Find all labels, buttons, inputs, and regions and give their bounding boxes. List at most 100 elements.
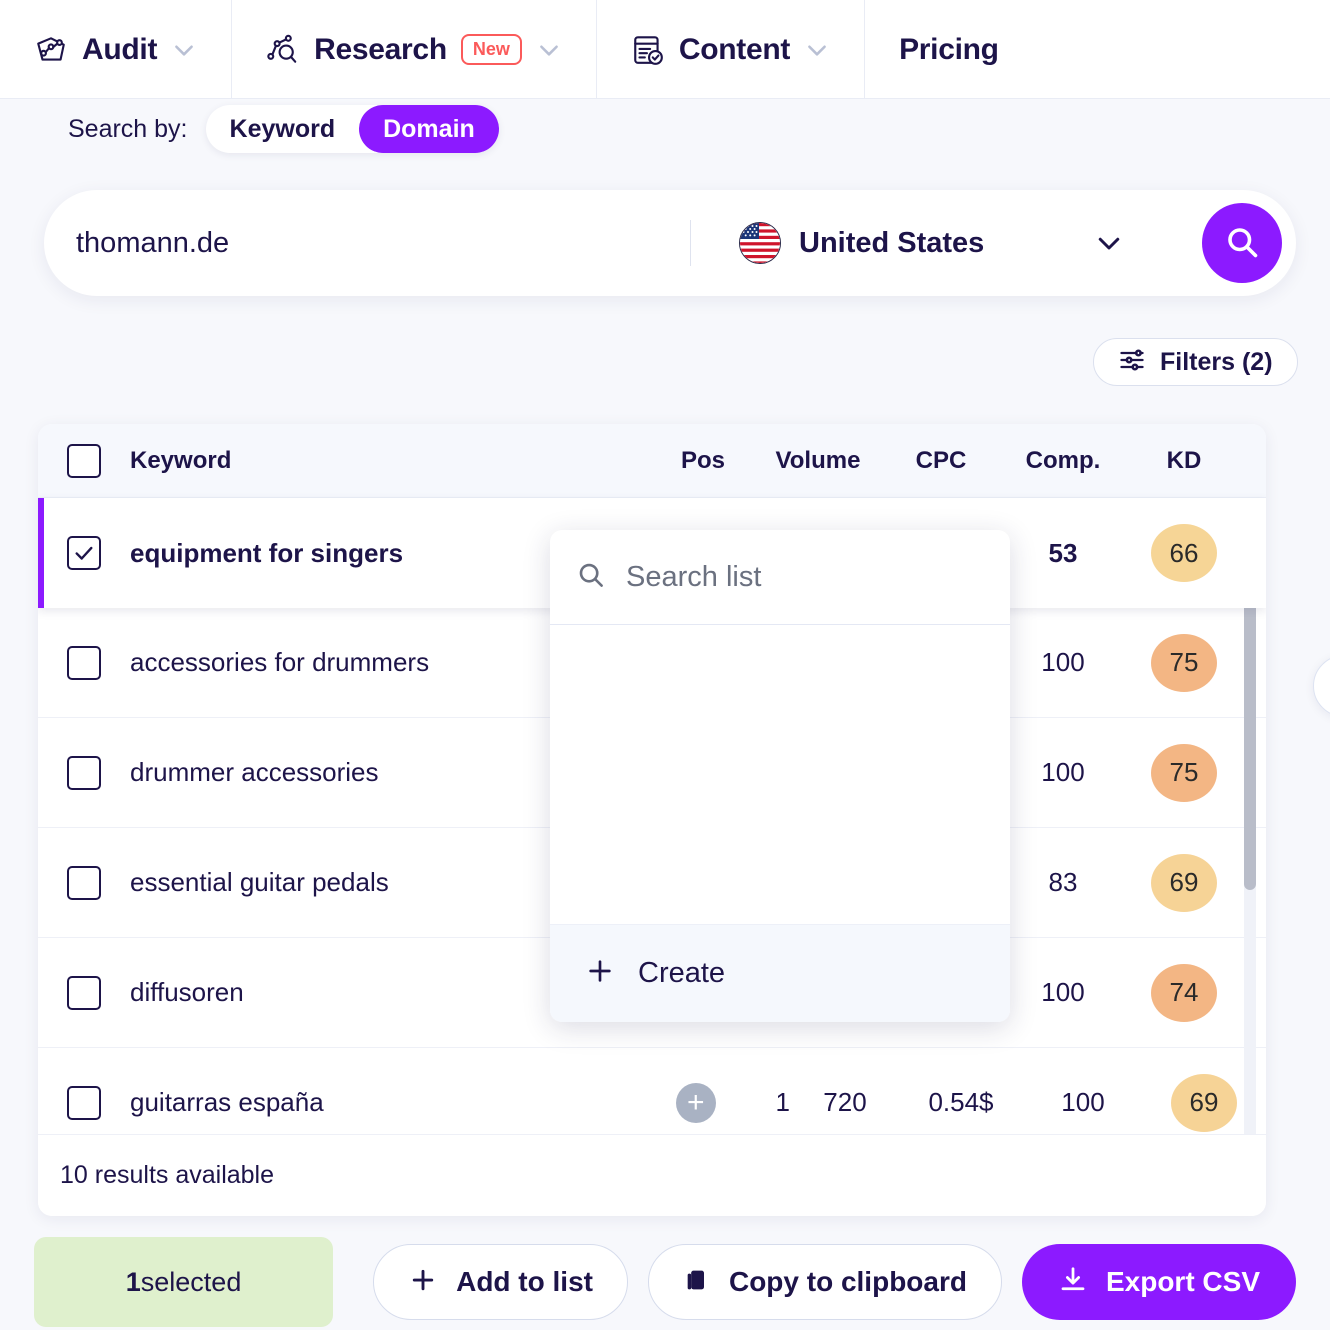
nav-label-pricing: Pricing — [899, 32, 999, 66]
row-select-cell — [38, 1085, 130, 1120]
search-icon — [576, 560, 606, 595]
row-volume: 720 — [823, 1087, 867, 1117]
plus-icon — [584, 955, 616, 992]
row-pos-value: 1 — [775, 1087, 790, 1117]
row-select-cell — [38, 755, 130, 790]
row-checkbox[interactable] — [67, 755, 101, 790]
nav-badge-new: New — [460, 34, 522, 65]
row-select-cell — [38, 645, 130, 680]
clipboard-icon — [683, 1266, 711, 1299]
column-header-keyword[interactable]: Keyword — [130, 447, 650, 475]
chevron-down-icon[interactable] — [1094, 228, 1124, 258]
list-results-empty — [550, 625, 1010, 924]
row-add-icon[interactable]: + — [675, 1082, 716, 1123]
select-all-cell — [38, 443, 130, 478]
search-by-row: Search by: Keyword Domain — [0, 99, 1330, 159]
us-flag-icon — [739, 222, 781, 264]
table-header-row: Keyword Pos Volume CPC Comp. KD — [38, 424, 1266, 498]
column-header-cpc[interactable]: CPC — [880, 447, 1002, 475]
country-name: United States — [799, 226, 985, 259]
nav-label-audit: Audit — [82, 32, 158, 66]
row-checkbox[interactable] — [67, 865, 101, 900]
add-to-list-button[interactable]: Add to list — [373, 1244, 628, 1320]
download-icon — [1058, 1265, 1088, 1300]
kd-badge: 69 — [1171, 1073, 1237, 1132]
copy-to-clipboard-button[interactable]: Copy to clipboard — [647, 1244, 1002, 1320]
audit-chart-icon — [34, 33, 68, 67]
row-keyword: guitarras españa — [130, 1087, 324, 1117]
kd-badge: 69 — [1151, 853, 1217, 912]
chevron-down-icon[interactable] — [536, 37, 562, 63]
nav-label-content: Content — [678, 32, 791, 66]
filters-button[interactable]: Filters (2) — [1093, 338, 1298, 386]
search-by-toggle: Keyword Domain — [205, 105, 499, 153]
row-checkbox[interactable] — [67, 975, 101, 1010]
row-select-cell — [38, 865, 130, 900]
row-comp: 100 — [1041, 647, 1085, 677]
column-header-kd[interactable]: KD — [1124, 447, 1244, 475]
search-bar: United States — [44, 190, 1296, 296]
kd-badge: 75 — [1151, 743, 1217, 802]
row-kd-cell: 75 — [1124, 743, 1244, 802]
country-selector[interactable]: United States — [739, 222, 1124, 264]
export-csv-button[interactable]: Export CSV — [1021, 1244, 1296, 1320]
app-root: Audit Research New Content Pricing Searc… — [0, 0, 1330, 1330]
kd-badge: 66 — [1151, 524, 1217, 582]
chevron-down-icon[interactable] — [171, 37, 197, 63]
results-count: 10 results available — [38, 1134, 1266, 1216]
check-icon — [75, 546, 93, 560]
row-comp: 100 — [1061, 1087, 1105, 1117]
search-submit-button[interactable] — [1202, 203, 1282, 283]
action-footer: 1 selected Add to list Copy to clipboard — [0, 1234, 1330, 1330]
domain-search-input[interactable] — [44, 213, 684, 273]
filters-label: Filters (2) — [1160, 347, 1273, 376]
select-all-checkbox[interactable] — [67, 443, 101, 478]
row-checkbox-checked[interactable] — [67, 536, 101, 570]
row-kd-cell: 74 — [1124, 963, 1244, 1022]
toggle-option-keyword[interactable]: Keyword — [206, 105, 360, 153]
row-kd-cell: 69 — [1124, 853, 1244, 912]
copy-to-clipboard-label: Copy to clipboard — [728, 1266, 967, 1297]
column-header-volume[interactable]: Volume — [756, 447, 880, 475]
search-divider — [690, 220, 691, 266]
row-select-cell — [38, 536, 130, 570]
export-csv-label: Export CSV — [1105, 1266, 1260, 1297]
search-by-label: Search by: — [68, 114, 188, 143]
create-list-label: Create — [638, 957, 726, 989]
search-icon — [1224, 224, 1260, 263]
row-kd-cell: 75 — [1124, 633, 1244, 692]
nav-item-research[interactable]: Research New — [232, 0, 597, 99]
row-comp: 53 — [1048, 537, 1078, 568]
chevron-down-icon[interactable] — [804, 37, 830, 63]
toggle-option-domain[interactable]: Domain — [359, 105, 499, 153]
create-list-button[interactable]: Create — [550, 924, 1010, 1022]
side-panel-toggle-button[interactable] — [1313, 655, 1330, 717]
list-search-input[interactable] — [626, 560, 1003, 594]
row-checkbox[interactable] — [67, 645, 101, 680]
row-comp: 83 — [1048, 867, 1078, 897]
selected-count-chip: 1 selected — [34, 1237, 334, 1327]
column-header-comp[interactable]: Comp. — [1002, 447, 1124, 475]
nav-item-pricing[interactable]: Pricing — [865, 0, 1033, 99]
plus-icon — [408, 1265, 438, 1300]
column-header-pos[interactable]: Pos — [650, 447, 756, 475]
nav-label-research: Research — [314, 32, 447, 66]
nav-item-audit[interactable]: Audit — [0, 0, 233, 99]
row-pos: +1 — [650, 1082, 790, 1123]
nav-item-content[interactable]: Content — [597, 0, 866, 99]
row-comp: 100 — [1041, 977, 1085, 1007]
kd-badge: 74 — [1151, 963, 1217, 1022]
selected-count-suffix: selected — [140, 1266, 242, 1297]
kd-badge: 75 — [1151, 633, 1217, 692]
row-checkbox[interactable] — [67, 1085, 101, 1120]
selected-count-number: 1 — [125, 1266, 141, 1297]
list-search-row — [550, 530, 1010, 625]
row-cpc: 0.54$ — [928, 1087, 994, 1117]
research-node-icon — [266, 33, 300, 67]
content-doc-icon — [631, 33, 665, 67]
add-to-list-label: Add to list — [456, 1266, 593, 1297]
row-comp: 100 — [1041, 757, 1085, 787]
add-to-list-popup: Create — [550, 530, 1010, 1022]
row-kd-cell: 66 — [1124, 524, 1244, 582]
sliders-icon — [1118, 346, 1146, 379]
